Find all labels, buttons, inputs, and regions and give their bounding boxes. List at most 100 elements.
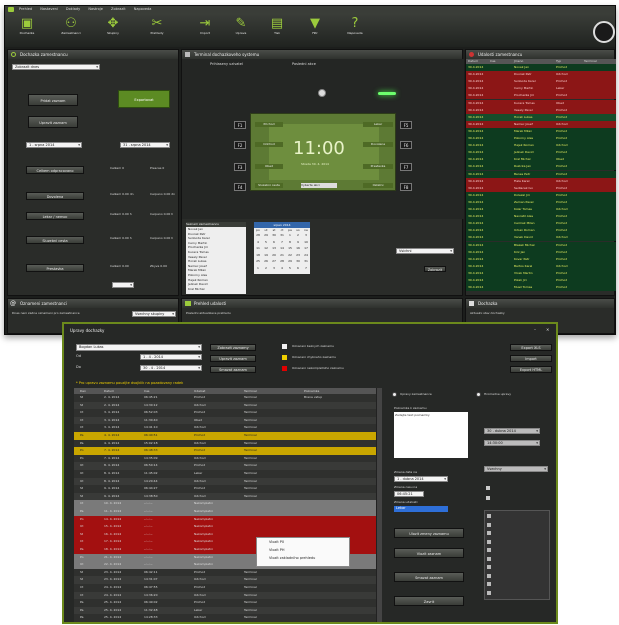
- f8-button[interactable]: F8: [400, 183, 412, 191]
- calendar-day[interactable]: 11: [254, 246, 262, 250]
- far-list-checkbox[interactable]: [487, 548, 491, 552]
- table-row[interactable]: Po 7. 4. 2014 06:48:33 Prichod Terminal: [74, 447, 376, 455]
- group-select[interactable]: Vsechny skupiny: [132, 311, 176, 317]
- event-row[interactable]: 30.4.2014 Kolar Tomas Odchod: [466, 206, 616, 213]
- calendar-day[interactable]: 4: [278, 266, 286, 270]
- far-list-checkbox[interactable]: [487, 582, 491, 586]
- delete-record-button[interactable]: Smazat zaznam: [210, 366, 256, 373]
- event-row[interactable]: 30.4.2014 Musil Tomas Prichod: [466, 284, 616, 292]
- event-row[interactable]: 30.4.2014 Cermak Milan Prichod: [466, 220, 616, 228]
- event-row[interactable]: 30.4.2014 Jelinek David Prichod: [466, 149, 616, 157]
- lcd-action-1[interactable]: Odchod: [255, 142, 283, 147]
- event-row[interactable]: 30.4.2014 Polak Jiri Prichod: [466, 277, 616, 284]
- menu-item[interactable]: Napoveda: [134, 7, 152, 11]
- f3-button[interactable]: F3: [234, 163, 246, 171]
- change-event-select[interactable]: Lekar: [394, 506, 448, 512]
- menu-item[interactable]: Prehled: [19, 7, 32, 11]
- far-list-checkbox[interactable]: [487, 565, 491, 569]
- date-from-picker[interactable]: 1 . srpna 2014: [26, 142, 82, 148]
- calendar-day[interactable]: 18: [254, 253, 262, 257]
- column-header[interactable]: Cas: [144, 389, 150, 393]
- column-header[interactable]: Terminal: [584, 59, 597, 63]
- date-to-picker[interactable]: 31 . srpna 2014: [120, 142, 170, 148]
- table-row[interactable]: Pa 25. 4. 2014 11:32:48 Lekar Terminal: [74, 606, 376, 615]
- event-row[interactable]: 30.4.2014 Vesely Pavel Prichod: [466, 106, 616, 114]
- event-row[interactable]: 30.4.2014 Benes Petr Prichod: [466, 170, 616, 178]
- summary-row-button[interactable]: Sluzebni cesta: [26, 236, 84, 244]
- summary-row-button[interactable]: Celkem odpracovano: [26, 166, 84, 174]
- calendar-day[interactable]: 9: [294, 240, 302, 244]
- employee-select[interactable]: Bogdan Lukas: [76, 344, 202, 351]
- event-row[interactable]: 30.4.2014 Kovar Petr Prichod: [466, 255, 616, 263]
- calendar-day[interactable]: 28: [278, 259, 286, 263]
- calendar-day[interactable]: 21: [278, 253, 286, 257]
- calendar-day[interactable]: 6: [270, 240, 278, 244]
- table-row[interactable]: Ct 24. 4. 2014 06:47:55 Prichod Terminal: [74, 584, 376, 592]
- close-icon[interactable]: ✕: [546, 327, 549, 332]
- event-row[interactable]: 30.4.2014 Marek Milan Prichod: [466, 127, 616, 135]
- event-row[interactable]: 30.4.2014 Dvorak Petr Odchod: [466, 71, 616, 79]
- ribbon-button-edit[interactable]: ✎ Uprava: [227, 17, 255, 36]
- summary-row-button[interactable]: Dovolena: [26, 192, 84, 200]
- table-row[interactable]: Pa 4. 4. 2014 06:40:51 Prichod Terminal: [74, 432, 376, 440]
- event-row[interactable]: 30.4.2014 Urban Roman Prichod: [466, 227, 616, 235]
- far-list-checkbox[interactable]: [487, 556, 491, 561]
- export-xls-button[interactable]: Export XLS: [510, 344, 552, 351]
- event-row[interactable]: 30.4.2014 Hajek Roman Odchod: [466, 142, 616, 150]
- view-select[interactable]: Zobrazit dnes: [12, 64, 100, 70]
- minimize-icon[interactable]: –: [534, 327, 536, 332]
- event-row[interactable]: 30.4.2014 Novak Jan Prichod: [466, 64, 616, 71]
- lcd-action-4[interactable]: Lekar: [363, 122, 393, 127]
- export-button[interactable]: Exportovat: [118, 90, 170, 108]
- table-row[interactable]: Ct 10. 4. 2014 --:--:-- Nekompletni: [74, 500, 376, 508]
- calendar-day[interactable]: 13: [270, 246, 278, 250]
- calendar-day[interactable]: 30: [294, 259, 302, 263]
- table-row[interactable]: Pa 25. 4. 2014 14:28:33 Odchod Terminal: [74, 614, 376, 622]
- calendar-day[interactable]: 25: [254, 259, 262, 263]
- ribbon-button-attendance[interactable]: ▣ Dochazka: [13, 17, 41, 36]
- calendar-day[interactable]: 4: [254, 240, 262, 244]
- table-row[interactable]: Ut 8. 4. 2014 06:50:14 Prichod Terminal: [74, 462, 376, 470]
- far-select[interactable]: Vsechny: [484, 466, 548, 472]
- context-item-p0[interactable]: Vlozit P0: [257, 538, 349, 547]
- lcd-action-7[interactable]: Ostatni: [363, 183, 393, 188]
- column-header[interactable]: Datum: [468, 59, 478, 63]
- event-row[interactable]: 30.4.2014 Pokorny Ales Prichod: [466, 135, 616, 142]
- table-row[interactable]: Ut 8. 4. 2014 11:45:02 Lekar Terminal: [74, 470, 376, 478]
- date-to-field[interactable]: 30 . 4 . 2014: [140, 365, 202, 371]
- date-from-field[interactable]: 1 . 4 . 2014: [140, 354, 202, 360]
- f2-button[interactable]: F2: [234, 141, 246, 149]
- calendar-day[interactable]: 30: [270, 233, 278, 237]
- ribbon-button-groups[interactable]: ✥ Skupiny: [99, 17, 127, 36]
- event-row[interactable]: 30.4.2014 Navratil Ales Prichod: [466, 213, 616, 221]
- column-header[interactable]: Den: [80, 389, 86, 393]
- event-row[interactable]: 30.4.2014 Svoboda Karel Prichod: [466, 78, 616, 86]
- lcd-action-5[interactable]: Dovolena: [363, 142, 393, 147]
- table-row[interactable]: Ut 15. 4. 2014 --:--:-- Nekompletni: [74, 523, 376, 531]
- save-changes-button[interactable]: Ulozit zmeny zaznamu: [394, 528, 464, 538]
- calendar-day[interactable]: 2: [262, 266, 270, 270]
- calendar-day[interactable]: 2: [294, 233, 302, 237]
- column-header[interactable]: Datum: [104, 389, 114, 393]
- calendar-day[interactable]: 19: [262, 253, 270, 257]
- add-record-button[interactable]: Pridat zaznam: [28, 94, 78, 106]
- calendar-day[interactable]: 22: [286, 253, 294, 257]
- edit-record-button[interactable]: Upravit zaznam: [28, 116, 78, 128]
- calendar-day[interactable]: 5: [262, 240, 270, 244]
- event-row[interactable]: 30.4.2014 Nemec Josef Odchod: [466, 120, 616, 128]
- far-list-checkbox[interactable]: [487, 514, 491, 518]
- table-row[interactable]: St 9. 4. 2014 14:38:50 Odchod Terminal: [74, 492, 376, 501]
- calendar-day[interactable]: 20: [270, 253, 278, 257]
- event-row[interactable]: 30.4.2014 Fiala Karel Odchod: [466, 177, 616, 185]
- summary-row-button[interactable]: Lekar / nemoc: [26, 212, 84, 220]
- far-checkbox-2[interactable]: [486, 496, 490, 500]
- calendar-day[interactable]: 3: [270, 266, 278, 270]
- ribbon-button-reports[interactable]: ✂ Prehledy: [143, 17, 171, 36]
- table-scrollbar[interactable]: [376, 388, 382, 622]
- calendar-day[interactable]: 5: [286, 266, 294, 270]
- f7-button[interactable]: F7: [400, 163, 412, 171]
- column-header[interactable]: Cas: [490, 59, 496, 63]
- summary-row-button[interactable]: Prestavka: [26, 264, 84, 272]
- far-list-checkbox[interactable]: [487, 522, 491, 527]
- calendar-day[interactable]: 1: [254, 266, 262, 270]
